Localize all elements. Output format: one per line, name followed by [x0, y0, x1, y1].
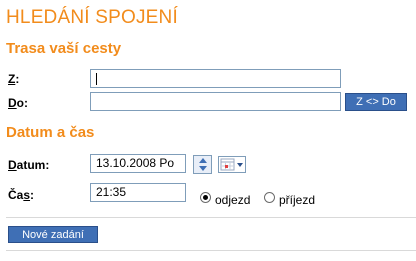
- datetime-heading: Datum a čas: [6, 124, 95, 141]
- departure-radio[interactable]: [200, 192, 211, 203]
- calendar-icon: [220, 158, 243, 171]
- departure-label: odjezd: [215, 193, 251, 207]
- arrow-down-icon: [198, 166, 207, 172]
- radio-selected-dot: [203, 195, 208, 200]
- arrow-up-icon: [198, 157, 207, 163]
- time-input[interactable]: 21:35: [90, 183, 186, 202]
- text-cursor: [96, 72, 97, 85]
- time-label: Čas:: [8, 188, 35, 202]
- date-label: Datum:: [8, 158, 50, 172]
- divider: [6, 217, 416, 218]
- date-spinner[interactable]: [193, 155, 212, 174]
- to-input[interactable]: [90, 92, 341, 111]
- route-heading: Trasa vaší cesty: [6, 40, 122, 57]
- arrival-radio[interactable]: [264, 192, 275, 203]
- date-up-button[interactable]: [194, 156, 211, 165]
- swap-button[interactable]: Z <> Do: [345, 93, 407, 111]
- calendar-button[interactable]: [218, 156, 246, 173]
- date-input[interactable]: 13.10.2008 Po: [90, 154, 186, 173]
- reset-button[interactable]: Nové zadání: [8, 226, 98, 243]
- page-title: HLEDÁNÍ SPOJENÍ: [6, 7, 178, 28]
- from-label: Z:: [8, 72, 20, 86]
- arrival-label: příjezd: [279, 193, 316, 207]
- date-down-button[interactable]: [194, 165, 211, 174]
- divider-bottom: [6, 250, 416, 251]
- from-input[interactable]: [90, 69, 341, 88]
- to-label: Do:: [8, 96, 28, 110]
